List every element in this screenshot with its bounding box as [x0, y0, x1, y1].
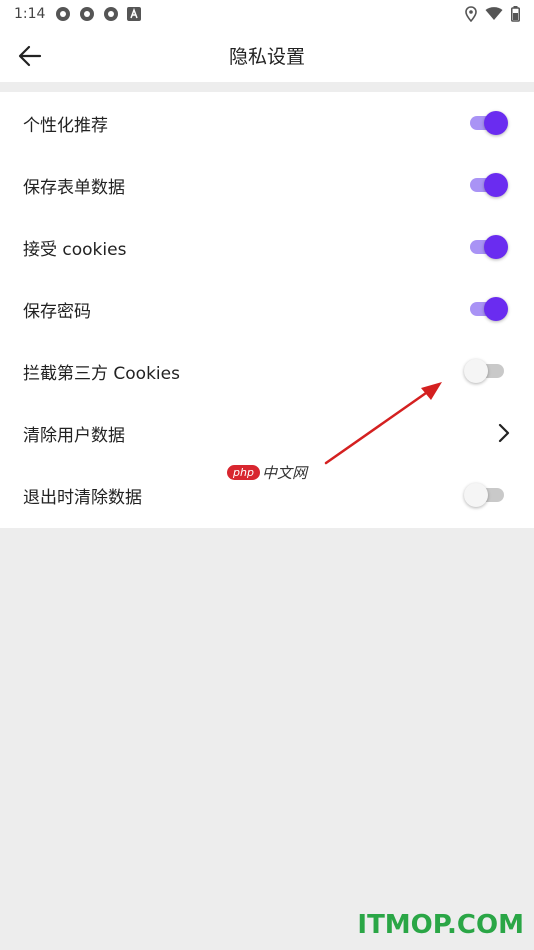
- switch-thumb: [464, 359, 488, 383]
- battery-icon: [511, 6, 520, 22]
- app-bar: 隐私设置: [0, 28, 534, 82]
- itmop-watermark: ITMOP.COM: [357, 910, 524, 940]
- app-notification-icon: [80, 7, 95, 21]
- setting-label: 接受 cookies: [23, 239, 127, 260]
- setting-label: 保存密码: [23, 301, 91, 322]
- block-third-party-cookies-toggle[interactable]: [464, 359, 508, 383]
- setting-save-form-data[interactable]: 保存表单数据: [0, 154, 534, 216]
- section-divider: [0, 82, 534, 92]
- chevron-right-icon[interactable]: [496, 422, 512, 444]
- location-icon: [465, 6, 477, 22]
- switch-thumb: [484, 173, 508, 197]
- status-time: 1:14: [14, 6, 46, 22]
- setting-save-passwords[interactable]: 保存密码: [0, 278, 534, 340]
- setting-label: 拦截第三方 Cookies: [23, 363, 180, 384]
- app-notification-icon: [104, 7, 119, 21]
- switch-thumb: [484, 111, 508, 135]
- personalized-recommendation-toggle[interactable]: [468, 111, 508, 135]
- accept-cookies-toggle[interactable]: [468, 235, 508, 259]
- php-badge: php: [227, 465, 260, 480]
- clear-data-on-exit-toggle[interactable]: [464, 483, 508, 507]
- setting-label: 个性化推荐: [23, 115, 108, 136]
- switch-thumb: [484, 297, 508, 321]
- setting-label: 退出时清除数据: [23, 487, 142, 508]
- setting-block-third-party-cookies[interactable]: 拦截第三方 Cookies: [0, 340, 534, 402]
- setting-clear-user-data[interactable]: 清除用户数据: [0, 402, 534, 464]
- php-cn-text: 中文网: [261, 464, 307, 482]
- save-passwords-toggle[interactable]: [468, 297, 508, 321]
- php-cn-watermark: php 中文网: [227, 462, 307, 483]
- setting-label: 清除用户数据: [23, 425, 125, 446]
- wifi-icon: [485, 7, 503, 21]
- setting-personalized-recommendation[interactable]: 个性化推荐: [0, 92, 534, 154]
- setting-label: 保存表单数据: [23, 177, 125, 198]
- a-badge-icon: [127, 7, 142, 21]
- status-bar: 1:14: [0, 0, 534, 28]
- save-form-data-toggle[interactable]: [468, 173, 508, 197]
- switch-thumb: [484, 235, 508, 259]
- page-title: 隐私设置: [228, 46, 305, 68]
- app-notification-icon: [56, 7, 71, 21]
- switch-thumb: [464, 483, 488, 507]
- setting-accept-cookies[interactable]: 接受 cookies: [0, 216, 534, 278]
